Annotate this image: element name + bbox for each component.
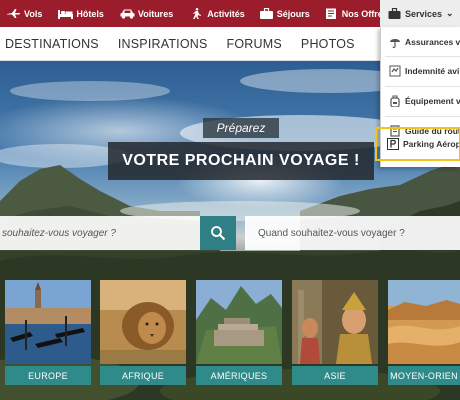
dropdown-item-assurances[interactable]: Assurances vo: [381, 29, 460, 55]
dropdown-label: Parking Aérop: [403, 139, 460, 149]
dropdown-divider: [385, 56, 460, 57]
nav-item-inspirations[interactable]: INSPIRATIONS: [118, 37, 208, 51]
dropdown-label: Équipement v: [405, 96, 460, 106]
dropdown-item-parking[interactable]: Parking Aérop: [375, 127, 460, 161]
europe-image: [5, 280, 91, 364]
moyen-orient-image: [388, 280, 460, 364]
topbar-label-vols: Vols: [24, 8, 43, 19]
dropdown-label: Indemnité avi: [405, 66, 460, 76]
ameriques-image: [196, 280, 282, 364]
services-menu-button[interactable]: Services ⌄: [380, 0, 460, 27]
search-button[interactable]: [200, 216, 236, 250]
dropdown-divider: [385, 116, 460, 117]
dropdown-item-equipement[interactable]: Équipement v: [381, 88, 460, 114]
asie-image: [292, 280, 378, 364]
destination-card-ameriques[interactable]: AMÉRIQUES: [196, 280, 282, 386]
destination-label: AFRIQUE: [100, 366, 186, 385]
suitcase-icon: [388, 8, 401, 19]
destination-card-asie[interactable]: ASIE: [292, 280, 378, 386]
car-icon: [120, 8, 135, 19]
destination-search-input[interactable]: souhaitez-vous voyager ?: [0, 216, 200, 250]
topbar-item-sejours[interactable]: Séjours: [255, 0, 310, 27]
destination-card-europe[interactable]: EUROPE: [5, 280, 91, 386]
afrique-image: [100, 280, 186, 364]
hero-kicker: Préparez: [203, 118, 279, 138]
dropdown-item-indemnite[interactable]: Indemnité avi: [381, 58, 460, 84]
services-label: Services: [405, 8, 443, 19]
plane-icon: [6, 8, 21, 19]
topbar-label-voitures: Voitures: [137, 8, 174, 19]
destination-label: AMÉRIQUES: [196, 366, 282, 385]
nav-item-photos[interactable]: PHOTOS: [301, 37, 355, 51]
topbar-item-voitures[interactable]: Voitures: [116, 0, 173, 27]
offers-icon: [324, 8, 339, 19]
destination-label: MOYEN-ORIEN: [388, 366, 460, 385]
destination-label: ASIE: [292, 366, 378, 385]
destination-label: EUROPE: [5, 366, 91, 385]
date-search-input[interactable]: Quand souhaitez-vous voyager ?: [245, 216, 460, 250]
hero-title: VOTRE PROCHAIN VOYAGE !: [108, 142, 374, 180]
dropdown-divider: [385, 86, 460, 87]
chevron-down-icon: ⌄: [446, 8, 454, 18]
main-navigation: DESTINATIONS INSPIRATIONS FORUMS PHOTOS: [0, 27, 380, 61]
nav-item-destinations[interactable]: DESTINATIONS: [5, 37, 99, 51]
topbar-label-activites: Activités: [207, 8, 245, 19]
topbar-item-vols[interactable]: Vols: [0, 0, 42, 27]
nav-item-forums[interactable]: FORUMS: [227, 37, 282, 51]
topbar-item-hotels[interactable]: Hôtels: [54, 0, 104, 27]
topbar-label-sejours: Séjours: [276, 8, 310, 19]
scale-icon: [389, 65, 401, 77]
topbar-label-hotels: Hôtels: [76, 8, 104, 19]
parking-icon: [387, 138, 399, 150]
destination-card-moyen-orient[interactable]: MOYEN-ORIEN: [388, 280, 460, 386]
services-dropdown-menu: Assurances vo Indemnité avi Équipement v…: [375, 27, 460, 167]
hiker-icon: [189, 8, 204, 19]
dropdown-label: Assurances vo: [405, 37, 460, 47]
destination-card-afrique[interactable]: AFRIQUE: [100, 280, 186, 386]
suitcase-icon: [259, 8, 274, 19]
topbar-item-offres[interactable]: Nos Offres: [320, 0, 388, 27]
search-icon: [211, 226, 226, 241]
topbar-item-activites[interactable]: Activités: [185, 0, 245, 27]
bed-icon: [58, 8, 74, 19]
umbrella-icon: [389, 36, 401, 48]
backpack-icon: [389, 95, 401, 107]
